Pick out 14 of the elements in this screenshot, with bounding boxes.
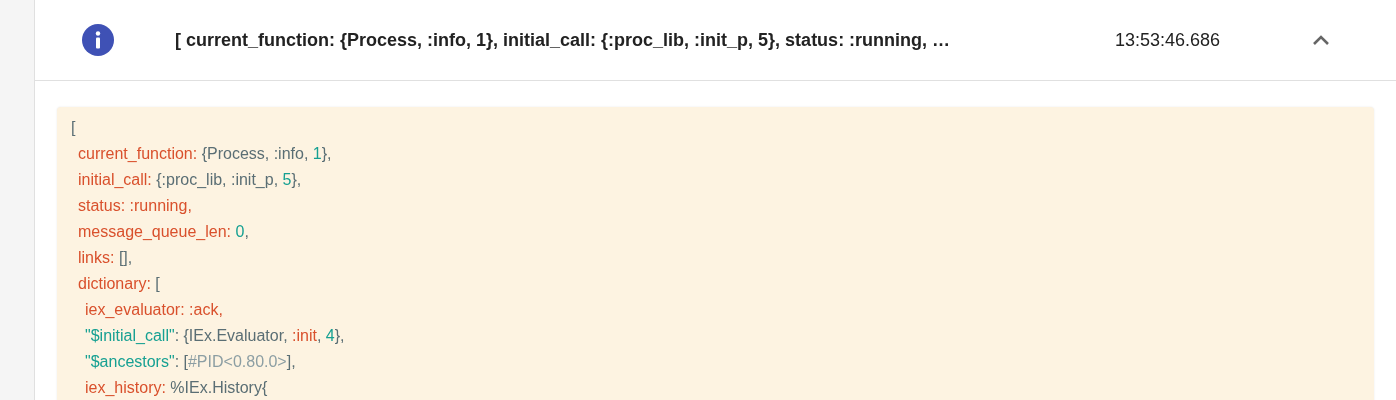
log-timestamp: 13:53:46.686 — [1115, 29, 1221, 51]
code-line: current_function: {Process, :info, 1}, — [78, 144, 333, 164]
info-icon — [82, 24, 114, 56]
code-line: links: [], — [78, 248, 134, 268]
code-line: [ — [71, 118, 77, 138]
code-line: "$ancestors": [#PID<0.80.0>], — [85, 352, 297, 372]
code-line: dictionary: [ — [78, 274, 161, 294]
log-summary: [ current_function: {Process, :info, 1}, initial_call: {:proc_lib, :init_p, 5}, status: :running, … — [175, 29, 952, 51]
code-line: status: :running, — [78, 196, 193, 216]
code-line: message_queue_len: 0, — [78, 222, 250, 242]
code-line: iex_history: %IEx.History{ — [85, 378, 269, 398]
code-line: iex_evaluator: :ack, — [85, 300, 224, 320]
code-line: initial_call: {:proc_lib, :init_p, 5}, — [78, 170, 303, 190]
code-line: "$initial_call": {IEx.Evaluator, :init, 4}, — [85, 326, 346, 346]
